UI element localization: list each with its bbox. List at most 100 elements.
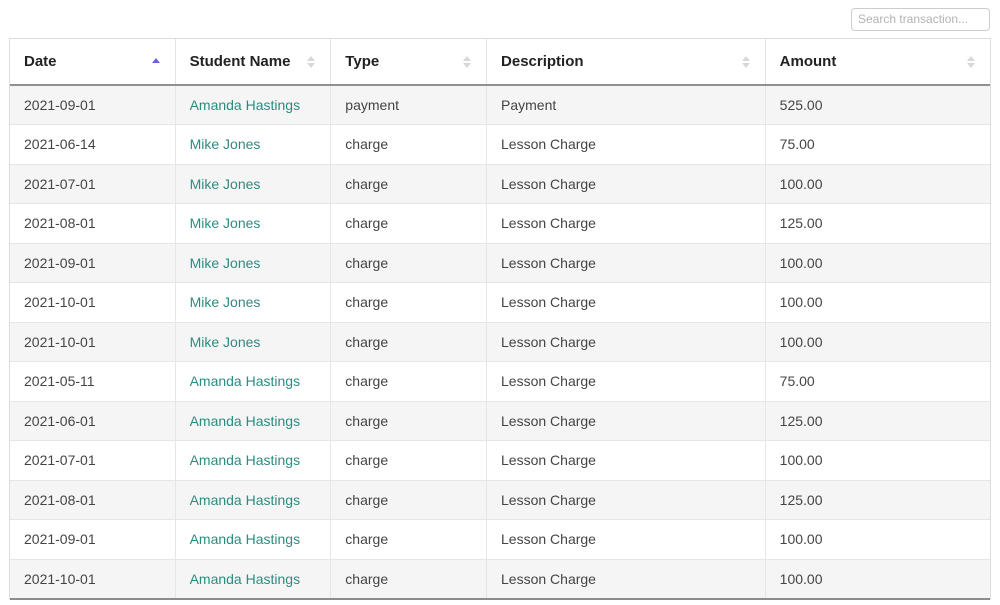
student-name-link[interactable]: Amanda Hastings	[190, 452, 301, 468]
cell-date: 2021-06-14	[10, 124, 176, 165]
column-header-amount-label: Amount	[779, 53, 837, 70]
transactions-table: Date Student Name Type Description Amoun…	[10, 39, 990, 600]
cell-date: 2021-08-01	[10, 480, 176, 520]
cell-type: charge	[330, 124, 488, 165]
cell-type: charge	[330, 361, 488, 402]
sort-toggle-icon[interactable]	[966, 55, 976, 68]
cell-student-name: Mike Jones	[175, 322, 332, 362]
cell-amount: 100.00	[765, 559, 990, 600]
student-name-link[interactable]: Mike Jones	[190, 294, 261, 310]
cell-student-name: Mike Jones	[175, 282, 332, 323]
table-row: 2021-06-14 Mike Jones charge Lesson Charge 7…	[10, 124, 990, 165]
table-row: 2021-10-01 Mike Jones charge Lesson Charge 1…	[10, 282, 990, 323]
student-name-link[interactable]: Mike Jones	[190, 215, 261, 231]
cell-amount: 100.00	[765, 164, 990, 204]
sort-ascending-icon[interactable]	[151, 58, 161, 65]
column-header-student-name-label: Student Name	[189, 53, 291, 70]
table-row: 2021-09-01 Mike Jones charge Lesson Charge 1…	[10, 243, 990, 283]
cell-date: 2021-10-01	[10, 322, 176, 362]
table-row: 2021-10-01 Mike Jones charge Lesson Charge 1…	[10, 322, 990, 362]
cell-type: charge	[330, 322, 488, 362]
student-name-link[interactable]: Amanda Hastings	[190, 97, 301, 113]
student-name-link[interactable]: Mike Jones	[190, 176, 261, 192]
cell-description: Lesson Charge	[486, 559, 766, 600]
column-header-type-label: Type	[345, 53, 380, 70]
cell-type: charge	[330, 164, 488, 204]
cell-type: payment	[330, 85, 488, 125]
table-row: 2021-10-01 Amanda Hastings charge Lesson Ch…	[10, 559, 990, 600]
student-name-link[interactable]: Mike Jones	[190, 136, 261, 152]
cell-student-name: Amanda Hastings	[175, 440, 332, 481]
cell-date: 2021-07-01	[10, 164, 176, 204]
cell-description: Lesson Charge	[486, 440, 766, 481]
cell-student-name: Amanda Hastings	[175, 480, 332, 520]
column-header-date-label: Date	[24, 53, 57, 70]
table-row: 2021-09-01 Amanda Hastings payment Payment 5…	[10, 85, 990, 125]
table-row: 2021-07-01 Mike Jones charge Lesson Charge 1…	[10, 164, 990, 204]
cell-description: Lesson Charge	[486, 480, 766, 520]
cell-student-name: Mike Jones	[175, 203, 332, 244]
cell-type: charge	[330, 243, 488, 283]
cell-date: 2021-09-01	[10, 519, 176, 560]
column-header-student-name[interactable]: Student Name	[175, 39, 332, 86]
cell-student-name: Amanda Hastings	[175, 85, 332, 125]
cell-student-name: Amanda Hastings	[175, 519, 332, 560]
table-row: 2021-08-01 Amanda Hastings charge Lesson Ch…	[10, 480, 990, 520]
cell-amount: 100.00	[765, 282, 990, 323]
cell-amount: 100.00	[765, 243, 990, 283]
cell-description: Lesson Charge	[486, 124, 766, 165]
cell-date: 2021-06-01	[10, 401, 176, 441]
cell-date: 2021-09-01	[10, 85, 176, 125]
cell-date: 2021-10-01	[10, 559, 176, 600]
cell-type: charge	[330, 559, 488, 600]
cell-amount: 100.00	[765, 519, 990, 560]
column-header-type[interactable]: Type	[330, 39, 488, 86]
student-name-link[interactable]: Mike Jones	[190, 334, 261, 350]
table-body: 2021-09-01 Amanda Hastings payment Payment 5…	[10, 85, 990, 600]
student-name-link[interactable]: Amanda Hastings	[190, 531, 301, 547]
table-row: 2021-07-01 Amanda Hastings charge Lesson Ch…	[10, 440, 990, 481]
cell-type: charge	[330, 203, 488, 244]
cell-description: Lesson Charge	[486, 282, 766, 323]
transactions-table-container: Date Student Name Type Description Amoun…	[9, 38, 991, 600]
cell-date: 2021-08-01	[10, 203, 176, 244]
cell-description: Lesson Charge	[486, 361, 766, 402]
table-header: Date Student Name Type Description Amoun…	[10, 39, 990, 86]
sort-toggle-icon[interactable]	[741, 55, 751, 68]
student-name-link[interactable]: Amanda Hastings	[190, 492, 301, 508]
cell-type: charge	[330, 440, 488, 481]
column-header-amount[interactable]: Amount	[765, 39, 990, 86]
student-name-link[interactable]: Mike Jones	[190, 255, 261, 271]
cell-description: Lesson Charge	[486, 401, 766, 441]
cell-student-name: Amanda Hastings	[175, 361, 332, 402]
cell-date: 2021-10-01	[10, 282, 176, 323]
cell-type: charge	[330, 480, 488, 520]
sort-toggle-icon[interactable]	[306, 55, 316, 68]
cell-description: Lesson Charge	[486, 243, 766, 283]
table-row: 2021-05-11 Amanda Hastings charge Lesson Ch…	[10, 361, 990, 402]
cell-amount: 125.00	[765, 480, 990, 520]
cell-amount: 75.00	[765, 124, 990, 165]
cell-student-name: Mike Jones	[175, 124, 332, 165]
cell-amount: 100.00	[765, 440, 990, 481]
sort-toggle-icon[interactable]	[462, 55, 472, 68]
cell-description: Lesson Charge	[486, 203, 766, 244]
column-header-description-label: Description	[501, 53, 584, 70]
column-header-description[interactable]: Description	[486, 39, 766, 86]
student-name-link[interactable]: Amanda Hastings	[190, 571, 301, 587]
cell-date: 2021-09-01	[10, 243, 176, 283]
cell-amount: 75.00	[765, 361, 990, 402]
student-name-link[interactable]: Amanda Hastings	[190, 373, 301, 389]
transactions-page: Date Student Name	[0, 0, 1000, 605]
search-input[interactable]	[851, 7, 990, 31]
cell-student-name: Amanda Hastings	[175, 559, 332, 600]
cell-date: 2021-05-11	[10, 361, 176, 402]
cell-student-name: Mike Jones	[175, 164, 332, 204]
table-row: 2021-09-01 Amanda Hastings charge Lesson Ch…	[10, 519, 990, 560]
search-toolbar	[0, 0, 1000, 38]
student-name-link[interactable]: Amanda Hastings	[190, 413, 301, 429]
cell-description: Lesson Charge	[486, 519, 766, 560]
column-header-date[interactable]: Date	[10, 39, 176, 86]
cell-amount: 125.00	[765, 203, 990, 244]
cell-description: Payment	[486, 85, 766, 125]
